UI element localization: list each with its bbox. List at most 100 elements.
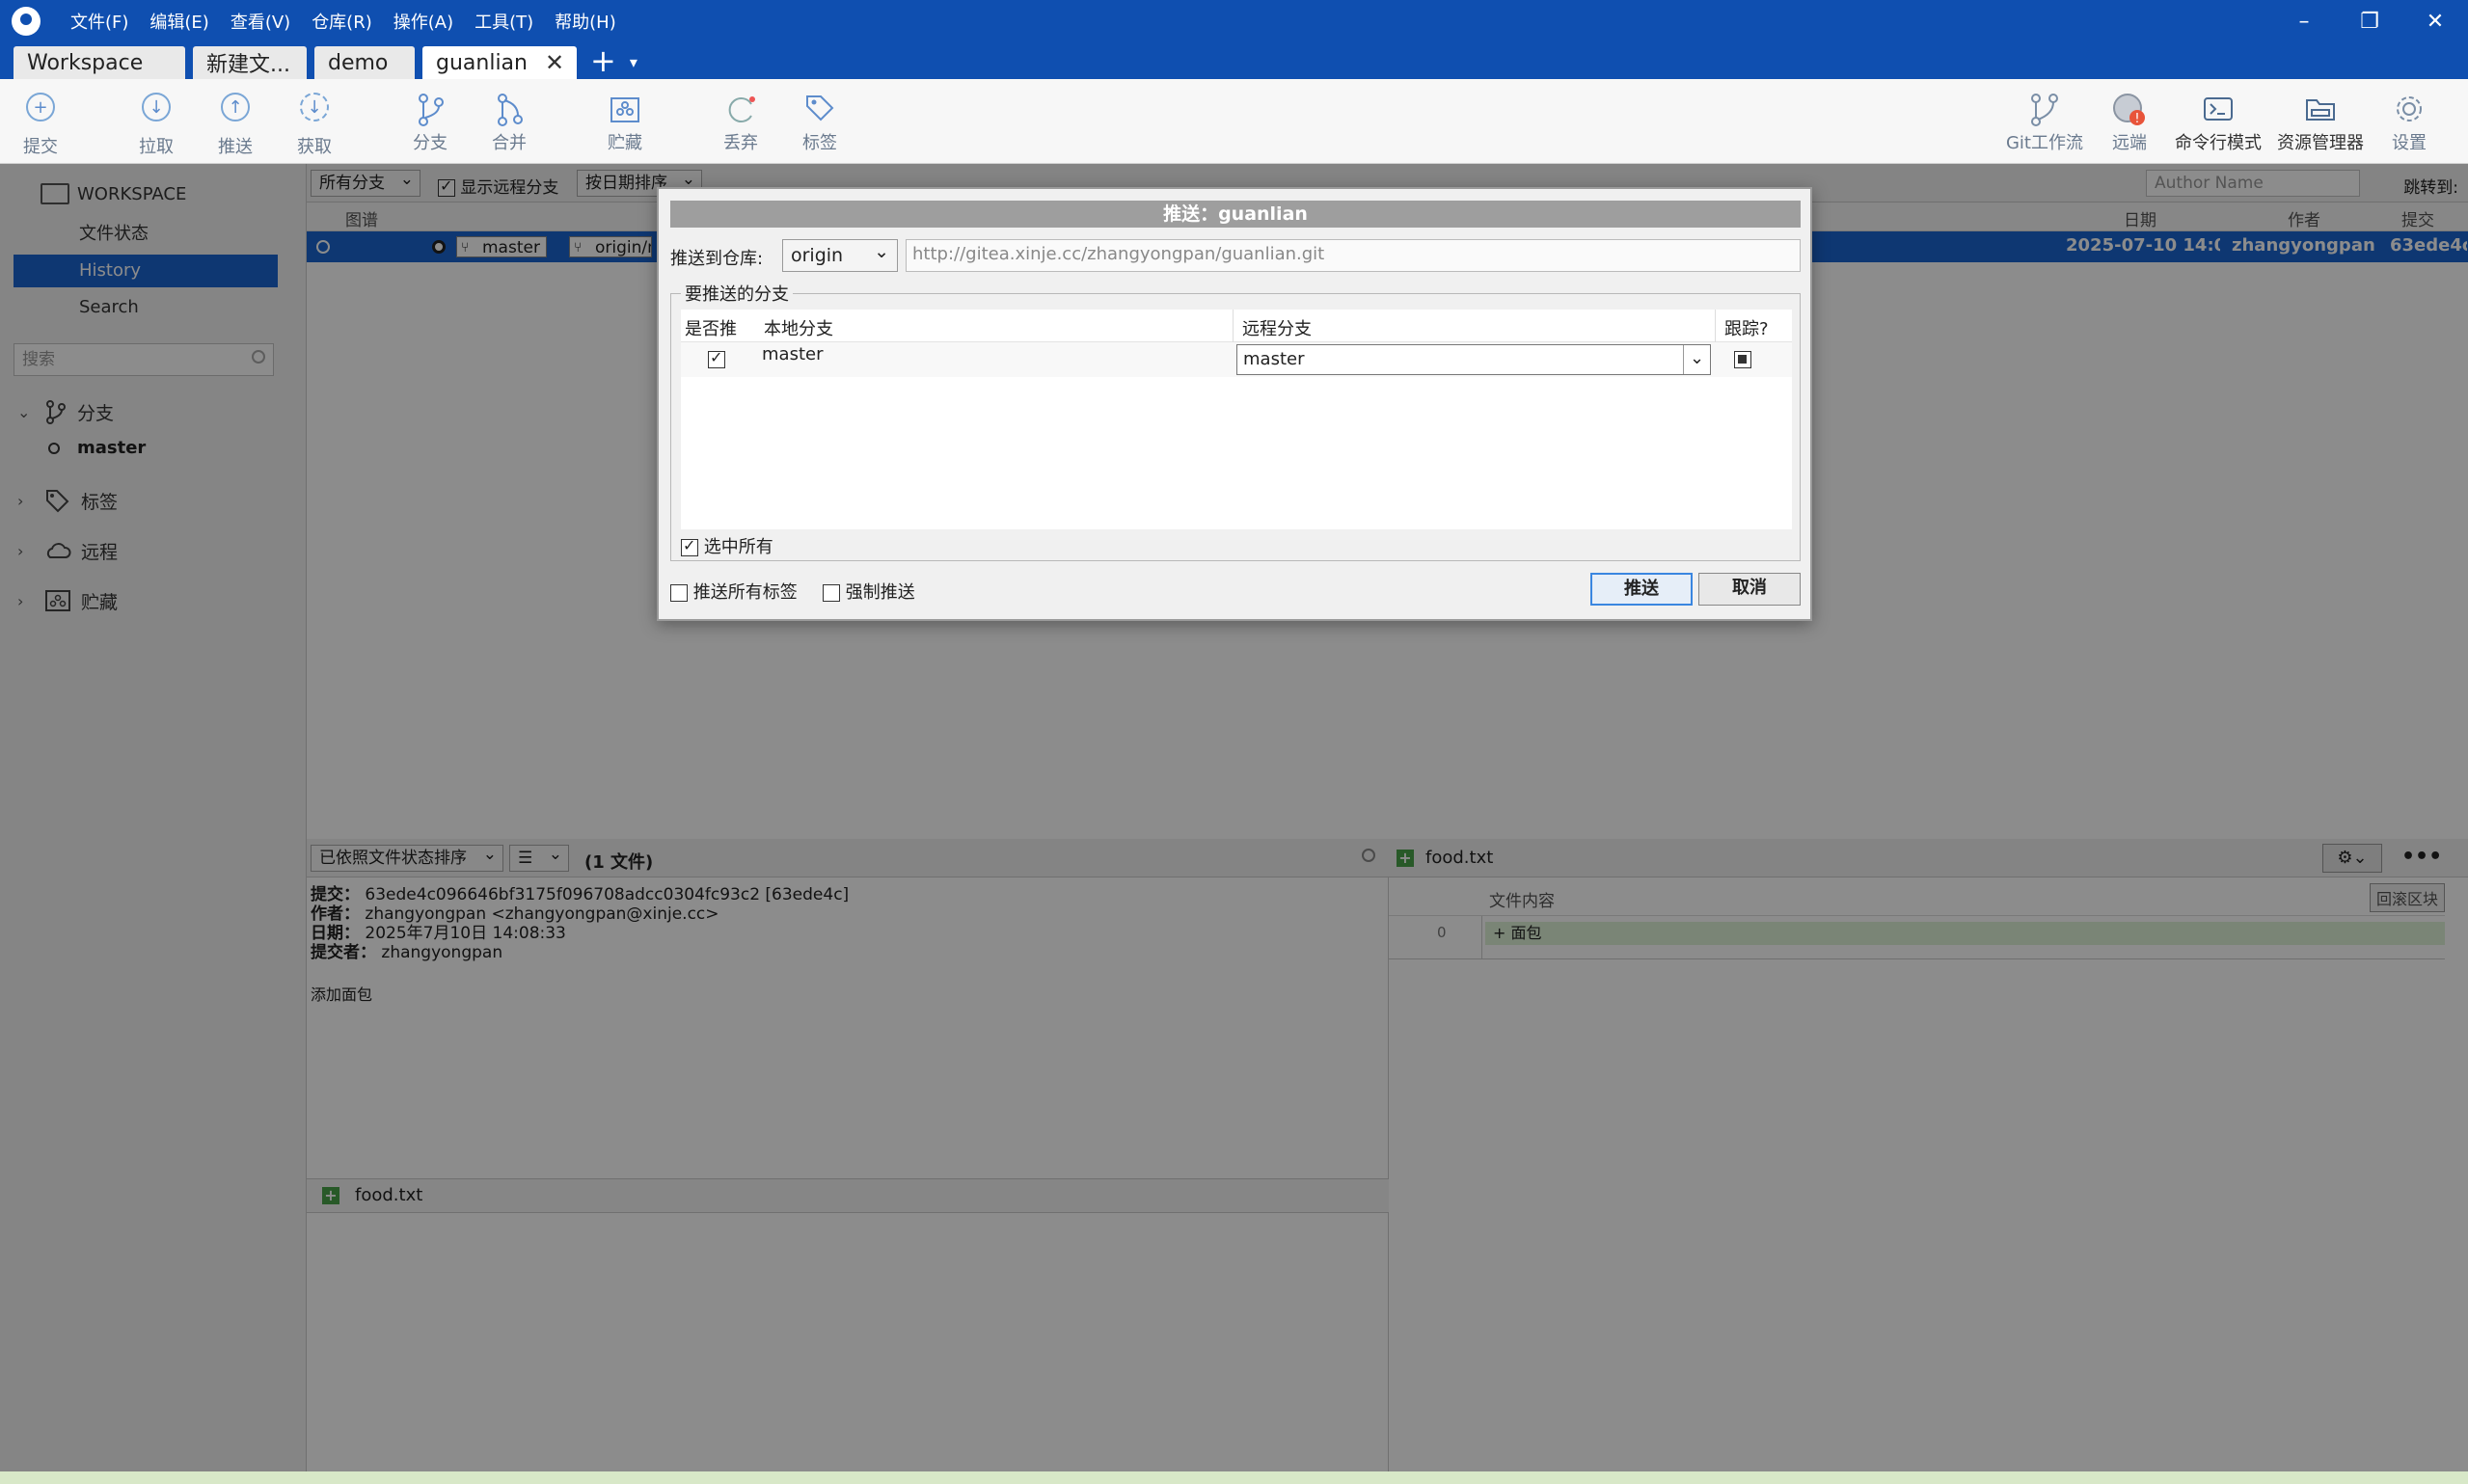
stash-button[interactable]: 贮藏 [586,89,664,154]
repo-url-field[interactable]: http://gitea.xinje.cc/zhangyongpan/guanl… [906,239,1801,272]
title-bar: 文件(F) 编辑(E) 查看(V) 仓库(R) 操作(A) 工具(T) 帮助(H… [0,0,2468,42]
tab-workspace[interactable]: Workspace [14,46,185,79]
push-label: 推送 [218,137,253,157]
push-branch-checkbox[interactable] [708,348,725,368]
commit-button[interactable]: + 提交 [2,89,79,158]
remote-label: 远端 [2112,133,2147,153]
commit-icon: + [26,93,55,121]
terminal-label: 命令行模式 [2175,133,2262,153]
add-tab-icon[interactable]: + [590,44,616,77]
tab-label: guanlian [436,50,528,75]
stash-icon [610,97,639,122]
menu-repository[interactable]: 仓库(R) [301,9,383,34]
push-tags-label: 推送所有标签 [692,582,798,603]
explorer-button[interactable]: 资源管理器 [2272,89,2369,154]
pull-label: 拉取 [139,137,174,157]
discard-label: 丢弃 [723,133,758,153]
branch-icon [419,94,444,126]
merge-button[interactable]: 合并 [471,89,548,154]
pull-icon: ↓ [142,93,171,121]
menu-bar: 文件(F) 编辑(E) 查看(V) 仓库(R) 操作(A) 工具(T) 帮助(H… [60,9,627,34]
minimize-icon[interactable]: – [2271,0,2337,42]
col-track: 跟踪? [1724,319,1769,339]
tag-icon [806,95,834,121]
select-all-label: 选中所有 [703,537,773,557]
tab-demo[interactable]: demo [314,46,415,79]
col-push: 是否推 [685,319,737,339]
menu-help[interactable]: 帮助(H) [544,9,627,34]
push-button[interactable]: ↑ 推送 [197,89,274,158]
branches-table: 是否推 本地分支 远程分支 跟踪? master master ⌄ [681,310,1792,529]
dialog-title: 推送：guanlian [670,201,1801,228]
table-row: master master ⌄ [681,342,1792,377]
tag-label: 标签 [802,133,837,153]
branch-button[interactable]: 分支 [392,89,469,154]
tab-label: 新建文... [206,53,290,77]
cancel-button[interactable]: 取消 [1698,573,1801,606]
globe-icon: ! [2113,94,2145,126]
toolbar: + 提交 ↓ 拉取 ↑ 推送 ↓ 获取 分支 合并 贮藏 丢弃 标签 Git工作… [0,79,2468,164]
menu-tools[interactable]: 工具(T) [464,9,544,34]
menu-file[interactable]: 文件(F) [60,9,139,34]
close-window-icon[interactable]: ✕ [2402,0,2468,42]
select-all-checkbox[interactable] [681,536,698,556]
tab-new[interactable]: 新建文... [193,46,307,79]
chevron-down-icon[interactable]: ⌄ [1683,345,1710,374]
discard-button[interactable]: 丢弃 [702,89,779,154]
window-controls: – ❐ ✕ [2271,0,2468,42]
menu-edit[interactable]: 编辑(E) [139,9,219,34]
local-branch-name: master [762,344,824,364]
pull-button[interactable]: ↓ 拉取 [118,89,195,158]
close-icon[interactable]: ✕ [545,49,564,76]
track-checkbox[interactable] [1734,351,1751,368]
tab-label: Workspace [27,50,144,75]
restore-icon[interactable]: ❐ [2337,0,2402,42]
chevron-down-icon[interactable]: ▾ [630,46,637,79]
branches-group: 要推送的分支 是否推 本地分支 远程分支 跟踪? master master ⌄ [670,281,1801,561]
settings-button[interactable]: 设置 [2371,89,2448,154]
fetch-label: 获取 [297,137,332,157]
remote-branch-value: master [1243,349,1305,369]
force-push-toggle[interactable]: 强制推送 [823,579,915,604]
branches-group-label: 要推送的分支 [681,281,793,306]
force-push-checkbox[interactable] [823,584,840,602]
remote-button[interactable]: ! 远端 [2091,89,2168,154]
remote-branch-select[interactable]: master ⌄ [1236,344,1711,375]
menu-actions[interactable]: 操作(A) [383,9,464,34]
branches-table-header: 是否推 本地分支 远程分支 跟踪? [681,310,1792,342]
gitflow-icon [2031,94,2058,126]
branch-label: 分支 [413,133,447,153]
tab-bar: Workspace 新建文... demo guanlian ✕ + ▾ [0,42,2468,79]
push-icon: ↑ [221,93,250,121]
force-push-label: 强制推送 [845,582,915,603]
tab-guanlian[interactable]: guanlian ✕ [422,46,577,79]
gear-icon [2397,96,2422,121]
merge-label: 合并 [492,133,527,153]
push-tags-checkbox[interactable] [670,584,688,602]
tab-label: demo [328,50,389,75]
push-tags-toggle[interactable]: 推送所有标签 [670,579,798,604]
repo-label: 推送到仓库: [670,249,764,269]
col-remote-branch: 远程分支 [1242,319,1312,339]
terminal-button[interactable]: 命令行模式 [2170,89,2266,154]
gitflow-button[interactable]: Git工作流 [1998,89,2091,154]
explorer-label: 资源管理器 [2277,133,2364,153]
gitflow-label: Git工作流 [2005,133,2083,153]
fetch-button[interactable]: ↓ 获取 [276,89,353,158]
svg-text:!: ! [2134,112,2139,126]
sourcetree-logo-icon [12,7,41,36]
menu-view[interactable]: 查看(V) [220,9,301,34]
discard-icon [728,96,755,122]
select-all-toggle[interactable]: 选中所有 [681,533,773,558]
merge-icon [498,94,523,126]
repo-select[interactable]: origin [782,236,898,272]
fetch-icon: ↓ [300,93,329,121]
folder-icon [2306,99,2335,121]
commit-label: 提交 [23,137,58,157]
push-button[interactable]: 推送 [1590,573,1693,606]
push-dialog: 推送：guanlian 推送到仓库: origin http://gitea.x… [657,187,1812,621]
col-local-branch: 本地分支 [764,319,833,339]
settings-label: 设置 [2392,133,2427,153]
terminal-icon [2204,97,2233,121]
tag-button[interactable]: 标签 [781,89,858,154]
